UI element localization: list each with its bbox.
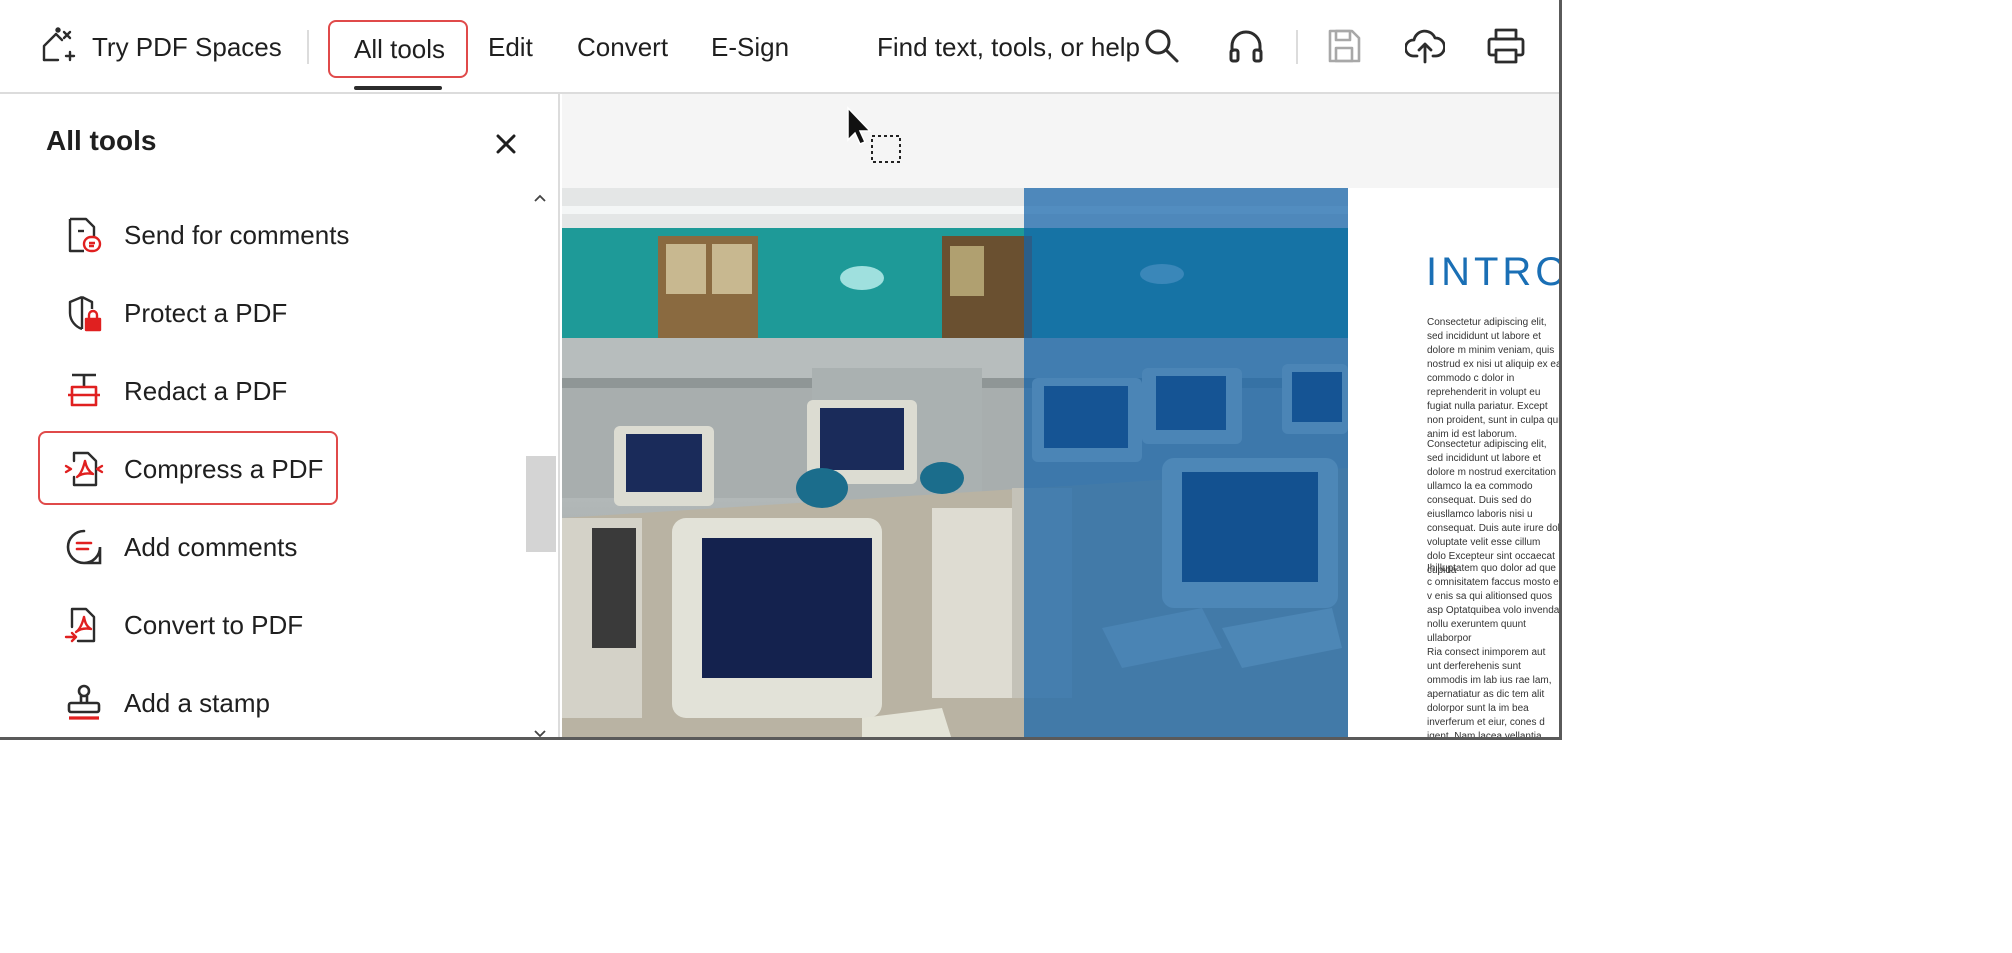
document-paragraph: Consectetur adipiscing elit, sed incidid…: [1427, 439, 1560, 576]
top-toolbar: Try PDF Spaces All tools Edit Convert E-…: [0, 0, 1559, 94]
comment-icon: [64, 527, 104, 567]
tab-e-sign[interactable]: E-Sign: [711, 28, 789, 66]
tool-add-comments[interactable]: Add comments: [60, 519, 460, 575]
print-icon[interactable]: [1486, 26, 1526, 66]
stamp-icon: [64, 683, 104, 723]
tool-label: Redact a PDF: [124, 376, 288, 406]
tool-label: Add a stamp: [124, 688, 270, 718]
upload-cloud-icon[interactable]: [1404, 26, 1446, 66]
blue-overlay: [1024, 188, 1348, 737]
document-paragraph: Ria consect inimporem aut unt derferehen…: [1427, 647, 1552, 740]
tool-add-a-stamp[interactable]: Add a stamp: [60, 675, 460, 731]
tab-convert[interactable]: Convert: [577, 28, 668, 66]
send-for-comments-icon: [64, 215, 104, 255]
tool-send-for-comments[interactable]: Send for comments: [60, 207, 460, 263]
tab-all-tools[interactable]: All tools: [328, 20, 468, 78]
active-tab-indicator: [354, 86, 442, 90]
document-viewer[interactable]: INTRO Consectetur adipiscing elit, sed i…: [562, 94, 1562, 740]
chevron-down-icon[interactable]: [532, 726, 548, 737]
tool-convert-to-pdf[interactable]: Convert to PDF: [60, 597, 460, 653]
scroll-thumb[interactable]: [526, 456, 556, 552]
save-icon[interactable]: [1324, 26, 1364, 66]
tab-all-tools-label: All tools: [354, 34, 446, 64]
search-label[interactable]: Find text, tools, or help: [877, 28, 1140, 66]
convert-icon: [64, 605, 104, 645]
acrobat-window: Try PDF Spaces All tools Edit Convert E-…: [0, 0, 1562, 740]
headphones-icon[interactable]: [1226, 26, 1266, 66]
try-pdf-spaces-link[interactable]: Try PDF Spaces: [92, 28, 282, 66]
toolbar-divider: [307, 30, 309, 64]
compress-highlight: [38, 431, 338, 505]
protect-icon: [64, 293, 104, 333]
panel-scrollbar[interactable]: [524, 186, 556, 737]
intro-heading: INTRO: [1426, 250, 1562, 294]
tool-redact-a-pdf[interactable]: Redact a PDF: [60, 363, 460, 419]
tool-label: Protect a PDF: [124, 298, 288, 328]
panel-title: All tools: [46, 125, 157, 156]
tool-label: Add comments: [124, 532, 298, 562]
document-paragraph: Consectetur adipiscing elit, sed incidid…: [1427, 317, 1562, 440]
tool-protect-a-pdf[interactable]: Protect a PDF: [60, 285, 460, 341]
tool-label: Convert to PDF: [124, 610, 304, 640]
toolbar-divider-2: [1296, 30, 1298, 64]
pdf-spaces-icon[interactable]: [38, 26, 78, 66]
tool-label: Send for comments: [124, 220, 350, 250]
search-icon[interactable]: [1142, 26, 1182, 66]
office-computers-photo: [562, 188, 1348, 737]
document-paragraph: Ihilluptatem quo dolor ad que c omnisita…: [1427, 563, 1562, 644]
marquee-cursor-icon: [844, 106, 908, 166]
close-icon[interactable]: [490, 128, 522, 160]
all-tools-panel: All tools Send for comments Protect a PD…: [0, 94, 560, 737]
redact-icon: [64, 371, 104, 411]
tab-edit[interactable]: Edit: [488, 28, 533, 66]
chevron-up-icon[interactable]: [532, 190, 548, 206]
pdf-page: INTRO Consectetur adipiscing elit, sed i…: [562, 188, 1562, 740]
